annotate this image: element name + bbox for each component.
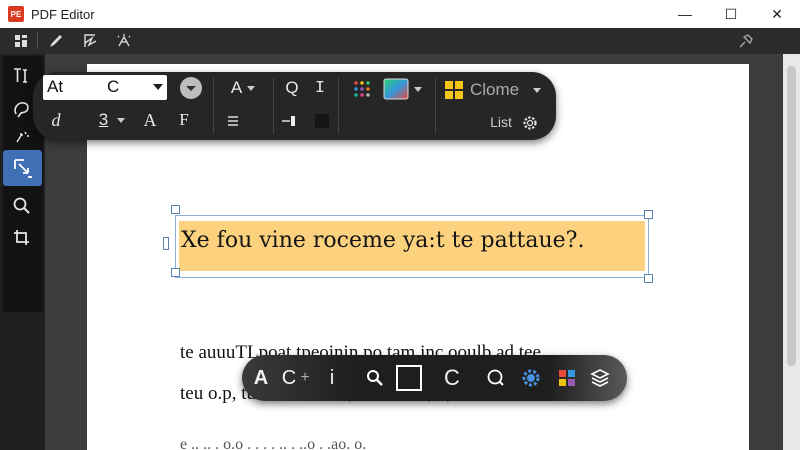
plus-tool-button[interactable]: +: [298, 364, 312, 392]
chevron-down-icon: [413, 86, 422, 92]
text-color-icon: A: [230, 78, 243, 97]
swatch-label: Clome: [470, 80, 520, 99]
toolbar-separator: [273, 78, 274, 134]
swatch-grid-icon[interactable]: [443, 79, 465, 101]
c-tool-button[interactable]: C: [280, 364, 298, 392]
window-controls: — ☐ ✕: [662, 0, 800, 28]
gear-icon[interactable]: [519, 112, 541, 134]
chevron-down-icon: [153, 84, 163, 90]
vertical-scrollbar[interactable]: [783, 54, 800, 450]
line-width-icon[interactable]: [277, 110, 301, 132]
toolbar-separator: [213, 78, 214, 134]
rectangle-tool-icon[interactable]: [394, 364, 424, 392]
settings-gear-icon[interactable]: [519, 364, 543, 392]
fill-icon[interactable]: [311, 110, 333, 132]
title-bar: PE PDF Editor — ☐ ✕: [0, 0, 800, 28]
scrollbar-thumb[interactable]: [787, 66, 796, 366]
resize-handle-top-left[interactable]: [171, 205, 180, 214]
zoom-icon[interactable]: [5, 190, 39, 222]
toolbar-separator: [435, 78, 436, 134]
crop-icon[interactable]: [5, 222, 39, 254]
bottom-tool-bar: A C + i C: [242, 355, 627, 401]
close-button[interactable]: ✕: [754, 0, 800, 28]
pen-icon[interactable]: [45, 31, 67, 51]
text-tool-button[interactable]: A: [250, 364, 272, 392]
toolbar-separator: [37, 33, 38, 49]
underline-button[interactable]: 3: [93, 108, 131, 132]
font-style: C: [107, 77, 120, 96]
text-color-button[interactable]: A: [223, 77, 263, 99]
window-title: PDF Editor: [31, 6, 95, 22]
resize-handle-bottom-right[interactable]: [644, 274, 653, 283]
toolbar-separator: [338, 78, 339, 134]
resize-handle-bottom-left[interactable]: [171, 268, 180, 277]
body-text-line-3: e .. .. . o.o . . . . .. . ..o . .ao. o.: [180, 436, 367, 450]
resize-handle-top-right[interactable]: [644, 210, 653, 219]
magic-icon[interactable]: [113, 31, 135, 51]
palette-icon[interactable]: [556, 364, 578, 392]
font-options-button[interactable]: [180, 77, 202, 99]
list-label[interactable]: List: [481, 112, 521, 132]
main-toolbar: [0, 28, 800, 54]
maximize-button[interactable]: ☐: [708, 0, 754, 28]
c2-tool-button[interactable]: C: [442, 364, 462, 392]
highlighted-text[interactable]: Xe fou vine roceme ya:t te pattaue?.: [181, 228, 584, 253]
chevron-down-icon: [533, 87, 542, 93]
color-picker-button[interactable]: [379, 77, 425, 101]
underline-label: 3: [98, 110, 109, 129]
format-toolbar: At C A Q I Clome d 3 A F List: [33, 72, 556, 140]
minimize-button[interactable]: —: [662, 0, 708, 28]
transform-icon[interactable]: [3, 150, 42, 186]
search-text-button[interactable]: Q: [281, 77, 303, 99]
font-select[interactable]: At C: [43, 75, 167, 100]
sparkle-icon[interactable]: [5, 126, 39, 148]
font-name: At: [47, 77, 64, 96]
app-logo-icon: PE: [8, 6, 24, 22]
italic-button[interactable]: d: [47, 108, 65, 132]
swatch-select[interactable]: Clome: [470, 78, 550, 102]
insert-cursor-button[interactable]: I: [311, 77, 329, 99]
layers-icon[interactable]: [587, 364, 613, 392]
align-icon[interactable]: [221, 110, 245, 132]
signature-icon[interactable]: [80, 31, 102, 51]
magnify-icon[interactable]: [485, 364, 507, 392]
pin-icon[interactable]: [735, 31, 757, 51]
info-tool-button[interactable]: i: [326, 364, 338, 392]
gradient-swatch-icon: [383, 78, 408, 100]
color-grid-icon[interactable]: [351, 79, 373, 99]
resize-handle-left[interactable]: [163, 237, 169, 250]
chevron-down-icon: [117, 117, 126, 123]
serif-f-button[interactable]: F: [173, 108, 195, 132]
chevron-down-icon: [247, 85, 256, 91]
serif-a-button[interactable]: A: [139, 108, 161, 132]
search-icon[interactable]: [364, 364, 386, 392]
layout-icon[interactable]: [10, 31, 32, 51]
